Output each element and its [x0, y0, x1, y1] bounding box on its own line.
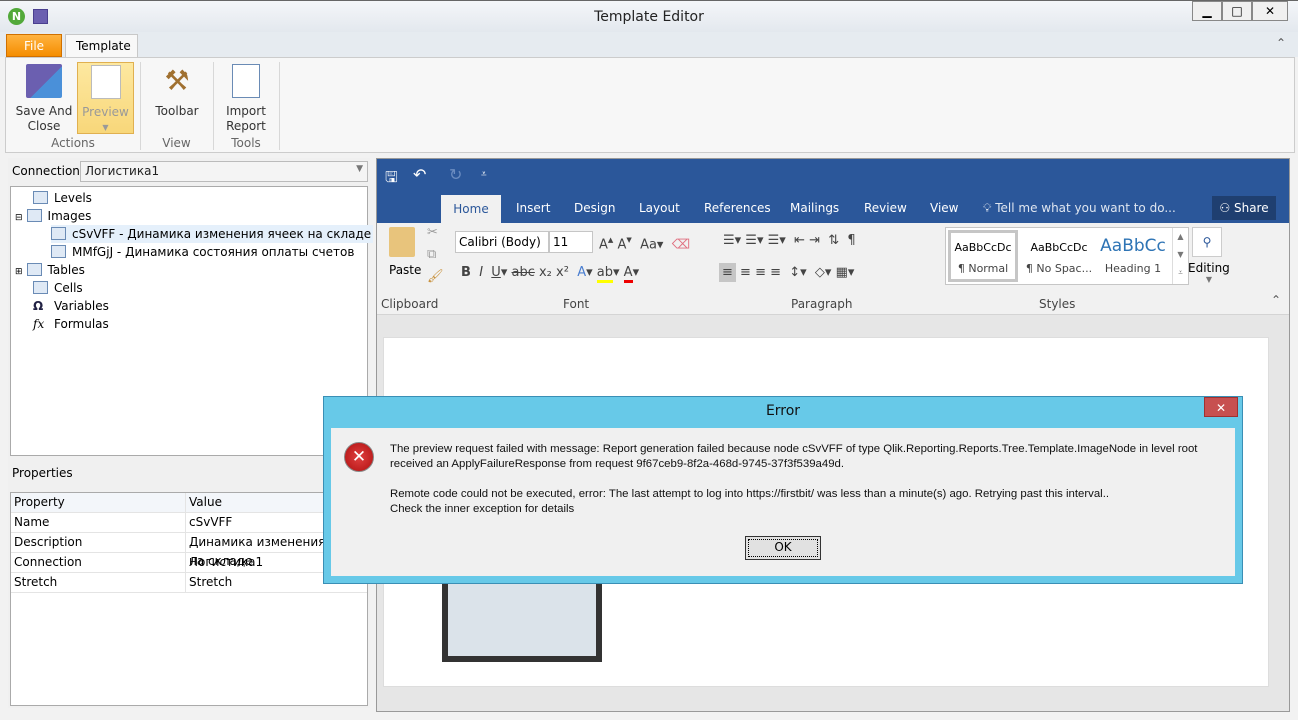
- import-report-icon: [232, 64, 260, 98]
- connection-label: Connection: [12, 164, 80, 178]
- left-panel: Connection Логистика1 ▼ Levels ⊟ Images cS…: [8, 158, 374, 708]
- font-format-buttons[interactable]: B I U▾ abc x₂ x² A▾ ab▾ A▾: [461, 265, 639, 283]
- omega-icon: Ω: [33, 299, 44, 313]
- word-tab-mailings[interactable]: Mailings: [790, 201, 839, 215]
- share-button[interactable]: ⚇ Share: [1212, 196, 1276, 220]
- user-add-icon: ⚇: [1219, 201, 1234, 215]
- table-row[interactable]: Connection Логистика1: [11, 553, 367, 573]
- tools-icon: ⚒: [164, 64, 190, 97]
- save-icon[interactable]: 🖫: [385, 167, 398, 192]
- word-tab-design[interactable]: Design: [574, 201, 615, 215]
- tree-item-levels[interactable]: Levels: [33, 189, 92, 207]
- tell-me-input[interactable]: 💡︎ Tell me what you want to do...: [983, 201, 1176, 216]
- group-paragraph: Paragraph: [791, 297, 853, 311]
- style-normal[interactable]: AaBbCcDc ¶ Normal: [948, 230, 1018, 282]
- tree-view: Levels ⊟ Images cSvVFF - Динамика изменен…: [10, 186, 374, 456]
- toolbar-button[interactable]: ⚒ Toolbar: [148, 58, 206, 119]
- group-clipboard: Clipboard: [381, 297, 439, 311]
- table-row[interactable]: Description Динамика изменения ячеек на с…: [11, 533, 367, 571]
- table-row[interactable]: Name cSvVFF: [11, 513, 367, 533]
- group-styles: Styles: [1039, 297, 1076, 311]
- images-icon: [26, 209, 42, 222]
- ok-button[interactable]: OK: [745, 536, 821, 560]
- word-ribbon: Paste ✂ ⧉ 🖌︎ Calibri (Body) 11 A▴ A▾ Aa▾…: [377, 223, 1289, 315]
- tree-item-images[interactable]: ⊟ Images: [15, 207, 91, 225]
- tab-file[interactable]: File: [6, 34, 62, 57]
- cells-icon: [33, 281, 48, 294]
- copy-icon[interactable]: ⧉: [427, 247, 436, 262]
- find-icon[interactable]: ⚲: [1192, 227, 1222, 257]
- tree-item-formulas[interactable]: fx Formulas: [33, 315, 109, 333]
- word-tab-view[interactable]: View: [930, 201, 958, 215]
- cut-icon[interactable]: ✂: [427, 225, 438, 240]
- import-report-button[interactable]: Import Report: [220, 58, 272, 134]
- collapse-ribbon-icon[interactable]: ⌃: [1271, 293, 1281, 307]
- word-tab-references[interactable]: References: [704, 201, 771, 215]
- customize-qat-icon[interactable]: ⩡: [481, 169, 487, 180]
- group-actions: Actions: [51, 136, 95, 150]
- redo-icon[interactable]: ↻: [449, 165, 462, 184]
- styles-gallery: AaBbCcDc ¶ Normal AaBbCcDc ¶ No Spac... Aa…: [945, 227, 1189, 285]
- collapse-ribbon-icon[interactable]: ⌃: [1276, 36, 1286, 50]
- group-font: Font: [563, 297, 590, 311]
- maximize-button[interactable]: □: [1222, 1, 1252, 21]
- error-message: The preview request failed with message:…: [390, 443, 1198, 515]
- dialog-body: ✕ The preview request failed with messag…: [331, 428, 1235, 576]
- save-and-close-button[interactable]: Save And Close: [12, 58, 76, 134]
- levels-icon: [33, 191, 48, 204]
- expand-icon[interactable]: ⊞: [15, 267, 23, 277]
- word-tab-review[interactable]: Review: [864, 201, 907, 215]
- preview-button[interactable]: Preview ▼: [77, 62, 134, 134]
- error-icon: ✕: [344, 442, 374, 472]
- styles-scroll[interactable]: ▲ ▼ ⩡: [1172, 228, 1188, 284]
- preview-icon: [90, 65, 121, 99]
- image-icon: [51, 227, 66, 240]
- word-tab-home[interactable]: Home: [441, 195, 501, 223]
- collapse-icon[interactable]: ⊟: [15, 213, 23, 223]
- group-view: View: [162, 136, 191, 150]
- tree-item-cells[interactable]: Cells: [33, 279, 83, 297]
- group-tools: Tools: [231, 136, 261, 150]
- error-dialog: Error ✕ ✕ The preview request failed wit…: [323, 396, 1243, 584]
- paragraph-buttons[interactable]: ≡ ≡ ≡ ≡ ↕▾ ◇▾ ▦▾: [719, 263, 854, 282]
- connection-select[interactable]: Логистика1 ▼: [80, 161, 368, 182]
- font-size-controls[interactable]: A▴ A▾ Aa▾ ⌫: [599, 233, 690, 252]
- minimize-button[interactable]: ▁: [1192, 1, 1222, 21]
- paste-button[interactable]: Paste: [389, 263, 421, 277]
- ribbon-tabs: File Template ⌃: [0, 32, 1298, 57]
- image-icon: [51, 245, 66, 258]
- save-close-icon: [26, 64, 62, 98]
- font-size-select[interactable]: 11: [549, 231, 593, 253]
- chevron-down-icon: ▼: [356, 164, 363, 174]
- tree-item-tables[interactable]: ⊞ Tables: [15, 261, 85, 279]
- fx-icon: fx: [33, 317, 45, 331]
- style-no-spacing[interactable]: AaBbCcDc ¶ No Spac...: [1022, 230, 1096, 282]
- grid-header: Property Value: [11, 493, 367, 513]
- format-painter-icon[interactable]: 🖌︎: [427, 269, 444, 284]
- properties-grid: Property Value Name cSvVFF Description Дина…: [10, 492, 368, 706]
- properties-title: Properties: [12, 466, 73, 480]
- word-tab-bar: 🖫 ↶ ↻ ⩡ Home Insert Design Layout Refere…: [377, 159, 1289, 223]
- dialog-title: Error: [765, 403, 801, 419]
- word-tab-insert[interactable]: Insert: [516, 201, 550, 215]
- word-tab-layout[interactable]: Layout: [639, 201, 680, 215]
- dialog-close-button[interactable]: ✕: [1204, 397, 1238, 417]
- tables-icon: [26, 263, 42, 276]
- title-bar: N Template Editor ▁ □ ✕: [0, 0, 1298, 32]
- tab-template[interactable]: Template: [65, 34, 138, 57]
- font-name-select[interactable]: Calibri (Body): [455, 231, 549, 253]
- tree-item-image-1[interactable]: cSvVFF - Динамика изменения ячеек на скл…: [51, 225, 374, 243]
- lightbulb-icon: 💡︎: [983, 201, 996, 215]
- editing-button[interactable]: Editing ▼: [1188, 261, 1230, 284]
- window-title: Template Editor: [594, 9, 704, 25]
- close-button[interactable]: ✕: [1252, 1, 1288, 21]
- tree-item-variables[interactable]: Ω Variables: [33, 297, 109, 315]
- undo-icon[interactable]: ↶: [413, 165, 426, 184]
- list-buttons[interactable]: ☰▾ ☰▾ ☰▾ ⇤ ⇥ ⇅ ¶: [723, 233, 856, 248]
- tree-item-image-2[interactable]: MMfGjJ - Динамика состояния оплаты счето…: [51, 243, 354, 261]
- paste-icon[interactable]: [389, 227, 415, 257]
- table-row[interactable]: Stretch Stretch: [11, 573, 367, 593]
- style-heading-1[interactable]: AaBbCc Heading 1: [1096, 230, 1170, 282]
- ribbon: Save And Close Preview ▼ ⚒ Toolbar Import…: [5, 57, 1295, 153]
